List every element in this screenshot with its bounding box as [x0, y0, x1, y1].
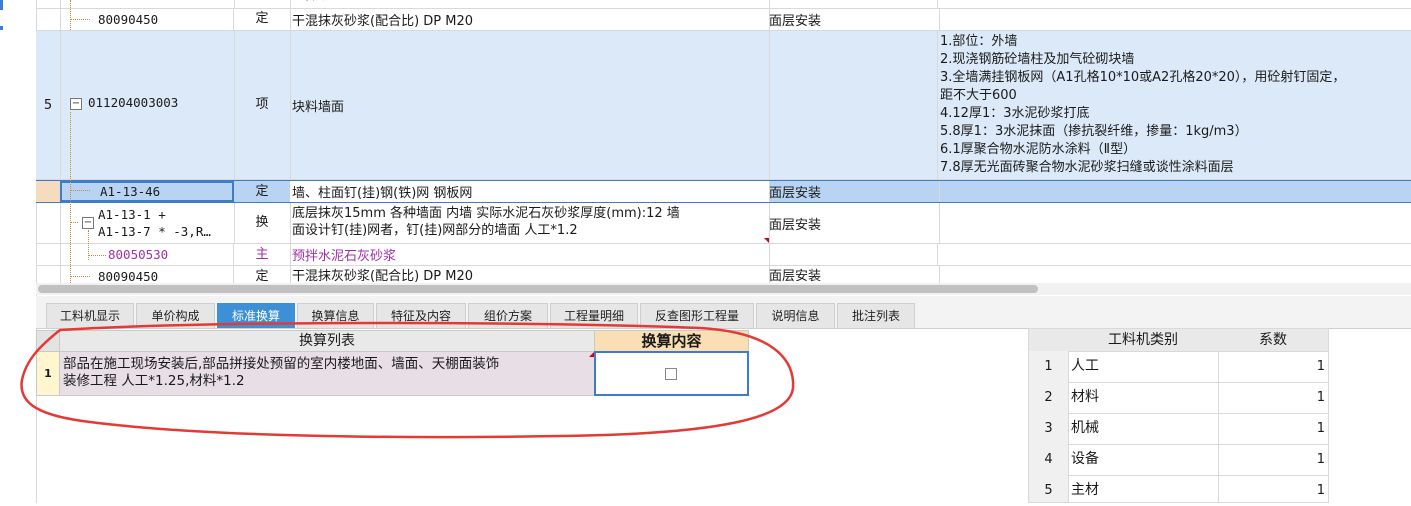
- row-number: 1: [1028, 351, 1069, 383]
- part-cell: 面层安装: [767, 266, 940, 283]
- name-cell: 墙、柱面钉(挂)钢(铁)网 钢板网: [290, 181, 770, 202]
- scrollbar-thumb[interactable]: [38, 285, 1038, 293]
- type-cell: 主: [234, 244, 291, 265]
- coefficient-cell[interactable]: 1: [1218, 475, 1329, 503]
- tree-line: [70, 190, 90, 191]
- feature-line: 4.12厚1：3水泥砂浆打底: [940, 106, 1090, 121]
- type-cell: 定: [234, 8, 291, 30]
- collapse-icon[interactable]: −: [70, 98, 82, 110]
- grid-row[interactable]: 80090450 定 干混抹灰砂浆(配合比) DP M20 面层安装: [36, 8, 1411, 31]
- col-header-coefficient: 系数: [1218, 328, 1329, 352]
- name-cell: 干混抹灰砂浆(配合比) DP M20: [290, 8, 770, 30]
- category-cell: 设备: [1068, 444, 1219, 476]
- part-cell: 面层安装: [767, 8, 940, 30]
- feature-line: 3.全墙满挂钢板网（A1孔格10*10或A2孔格20*20），用砼射钉固定，: [940, 70, 1346, 85]
- coefficient-cell[interactable]: 1: [1218, 351, 1329, 383]
- grid-row[interactable]: 80050530 主 预拌水泥石灰砂浆: [36, 244, 1411, 266]
- grid-row-selected[interactable]: A1-13-46 定 墙、柱面钉(挂)钢(铁)网 钢板网 面层安装: [36, 180, 1411, 203]
- grid-row[interactable]: 80090450 定 干混抹灰砂浆(配合比) DP M20 面层安装: [36, 266, 1411, 284]
- tree-line: [70, 19, 90, 20]
- code-cell: A1-13-46: [60, 181, 234, 202]
- type-cell: 定: [234, 266, 291, 283]
- left-margin-marker: [0, 26, 3, 30]
- grid-row-item[interactable]: 5 − 011204003003 项 块料墙面 1.部位：外墙 2.现浇钢筋砼墙…: [36, 31, 1411, 180]
- category-cell: 机械: [1068, 413, 1219, 445]
- coefficient-cell[interactable]: 1: [1218, 413, 1329, 445]
- row-number: 5: [1028, 475, 1069, 503]
- row-number: 5: [36, 31, 61, 179]
- code-cell: 80050530: [60, 244, 234, 265]
- col-header-category: 工料机类别: [1068, 328, 1219, 352]
- coefficient-cell[interactable]: 1: [1218, 382, 1329, 414]
- part-cell: 面层安装: [767, 181, 940, 202]
- name-cell: 干混抹灰砂浆(配合比) DP M20: [290, 266, 770, 283]
- tree-line: [70, 276, 90, 277]
- name-cell: 块料墙面: [290, 31, 770, 179]
- name-cell: 底层抹灰15mm 各种墙面 内墙 实际水泥石灰砂浆厚度(mm):12 墙 面设计…: [290, 203, 770, 243]
- feature-line: 距不大于600: [940, 88, 1017, 103]
- category-cell: 主材: [1068, 475, 1219, 503]
- name-line: 面设计钉(挂)网者，钉(挂)网部分的墙面 人工*1.2: [292, 223, 578, 238]
- feature-line: 5.8厚1：3水泥抹面（掺抗裂纤维，掺量：1kg/m3）: [940, 124, 1248, 139]
- tree-line: [88, 255, 106, 256]
- corner-cell: [1028, 328, 1069, 352]
- row-number: 4: [1028, 444, 1069, 476]
- grid-row[interactable]: − A1-13-1 + A1-13-7 * -3,R… 换 底层抹灰15mm 各…: [36, 203, 1411, 244]
- code-line: A1-13-1 +: [98, 207, 166, 222]
- row-number: 3: [1028, 413, 1069, 445]
- feature-line: 1.部位：外墙: [940, 34, 1018, 49]
- name-line: 底层抹灰15mm 各种墙面 内墙 实际水泥石灰砂浆厚度(mm):12 墙: [292, 206, 680, 221]
- name-cell: 预拌水泥砂浆: [290, 0, 770, 8]
- tree-line: [70, 112, 71, 283]
- type-cell: 项: [234, 31, 291, 179]
- feature-cell: 1.部位：外墙 2.现浇钢筋砼墙柱及加气砼砌块墙 3.全墙满挂钢板网（A1孔格1…: [937, 31, 1411, 179]
- type-cell: 主: [234, 0, 291, 8]
- tree-line: [70, 222, 78, 223]
- type-cell: 换: [234, 203, 291, 243]
- feature-line: 6.1厚聚合物水泥防水涂料（Ⅱ型）: [940, 142, 1137, 157]
- category-cell: 材料: [1068, 382, 1219, 414]
- code-cell: 011204003003: [88, 95, 179, 110]
- part-cell: 面层安装: [767, 203, 940, 243]
- row-number: 2: [1028, 382, 1069, 414]
- code-line: A1-13-7 * -3,R…: [98, 224, 211, 239]
- name-cell: 预拌水泥石灰砂浆: [290, 244, 770, 265]
- left-margin-marker: [0, 0, 3, 10]
- tab-annotations[interactable]: 批注列表: [837, 303, 915, 328]
- category-cell: 人工: [1068, 351, 1219, 383]
- annotation-ellipse: [20, 321, 795, 439]
- collapse-icon[interactable]: −: [82, 217, 94, 229]
- code-cell: 80090450: [60, 266, 234, 283]
- feature-line: 2.现浇钢筋砼墙柱及加气砼砌块墙: [940, 52, 1135, 67]
- tree-line: [70, 0, 71, 30]
- type-cell: 定: [234, 181, 291, 202]
- coefficient-cell[interactable]: 1: [1218, 444, 1329, 476]
- feature-line: 7.8厚无光面砖聚合物水泥砂浆扫缝或谈性涂料面层: [940, 160, 1234, 175]
